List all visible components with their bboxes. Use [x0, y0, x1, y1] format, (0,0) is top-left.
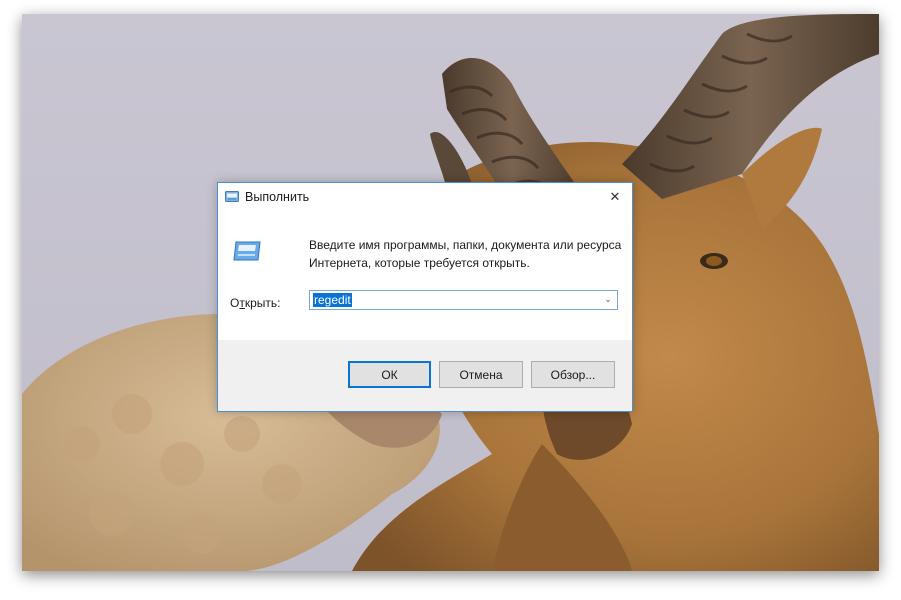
browse-button[interactable]: Обзор... — [531, 361, 615, 388]
desktop-frame: Выполнить ✕ Введите имя программы, папки… — [22, 14, 879, 571]
chevron-down-icon[interactable]: ⌄ — [602, 293, 614, 307]
dialog-footer: ОК Отмена Обзор... — [218, 340, 632, 411]
close-icon: ✕ — [609, 189, 621, 205]
open-label-suffix: крыть: — [244, 296, 281, 310]
open-input-value[interactable]: regedit — [313, 293, 352, 307]
title-bar[interactable]: Выполнить ✕ — [218, 183, 632, 213]
description-line-2: Интернета, которые требуется открыть. — [309, 256, 530, 270]
ok-button[interactable]: ОК — [348, 361, 431, 388]
run-program-icon — [233, 241, 261, 261]
description-line-1: Введите имя программы, папки, документа … — [309, 238, 622, 252]
dialog-description: Введите имя программы, папки, документа … — [309, 236, 624, 272]
run-icon — [225, 191, 239, 202]
open-label-prefix: О — [230, 296, 240, 310]
dialog-title: Выполнить — [245, 190, 310, 204]
cancel-button[interactable]: Отмена — [439, 361, 523, 388]
run-dialog: Выполнить ✕ Введите имя программы, папки… — [217, 182, 633, 412]
open-label: Открыть: — [230, 296, 280, 310]
close-button[interactable]: ✕ — [598, 183, 632, 211]
open-combobox[interactable]: regedit ⌄ — [309, 290, 618, 310]
